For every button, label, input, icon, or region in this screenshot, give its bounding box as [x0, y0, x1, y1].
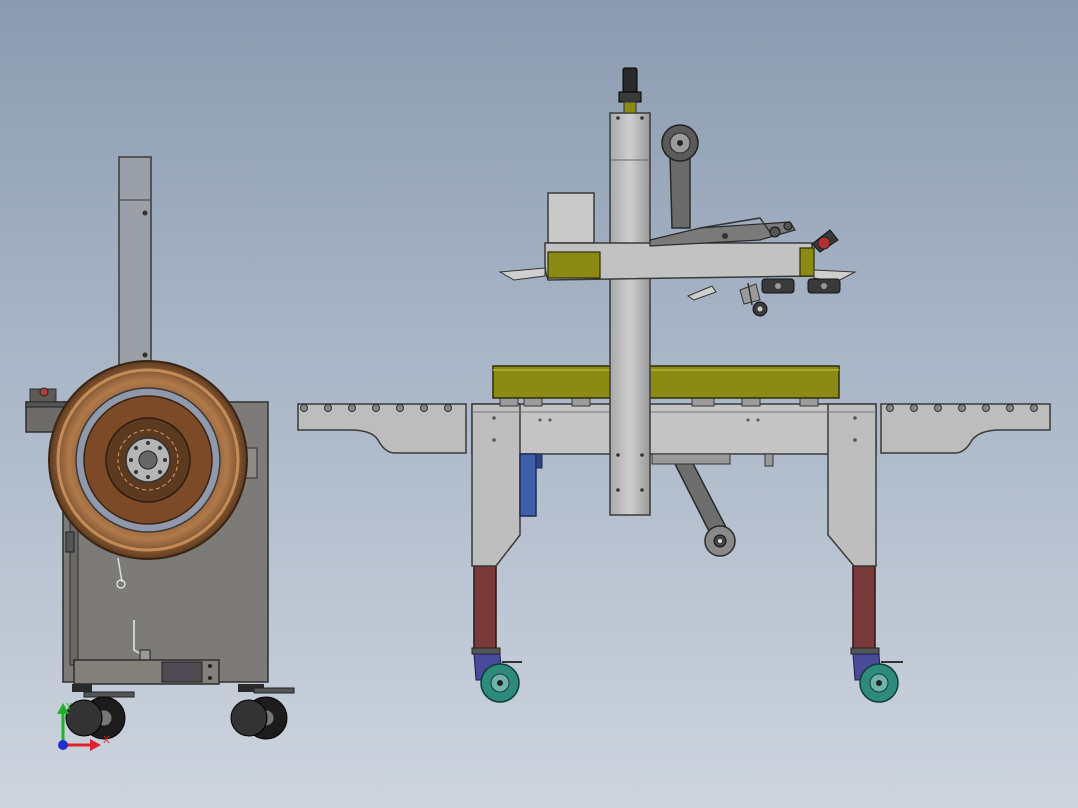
leg-right [852, 565, 876, 651]
infeed-roller-conveyor [297, 403, 467, 454]
y-axis-label: Y [65, 702, 73, 713]
strapping-machine-side-view [25, 156, 295, 740]
carton-sealer-front-view [297, 67, 1051, 703]
outfeed-roller-conveyor [880, 403, 1051, 454]
cad-viewport[interactable]: Y X [0, 0, 1078, 808]
x-axis-label: X [103, 735, 110, 746]
strapping-arch [118, 156, 152, 368]
height-adjust-crank [618, 67, 642, 114]
caster-front-left [471, 647, 522, 703]
caster-left [65, 684, 135, 740]
central-column [609, 112, 651, 516]
bottom-motor [519, 453, 537, 517]
frame-leg-bracket-left [471, 403, 521, 567]
frame-leg-bracket-right [827, 403, 877, 567]
leg-left [473, 565, 497, 651]
upper-tape-head [498, 124, 857, 317]
cad-drawing: Y X [25, 67, 1051, 751]
caster-right [230, 684, 295, 740]
upper-pressure-rollers [761, 278, 841, 294]
caster-front-right [850, 647, 903, 703]
